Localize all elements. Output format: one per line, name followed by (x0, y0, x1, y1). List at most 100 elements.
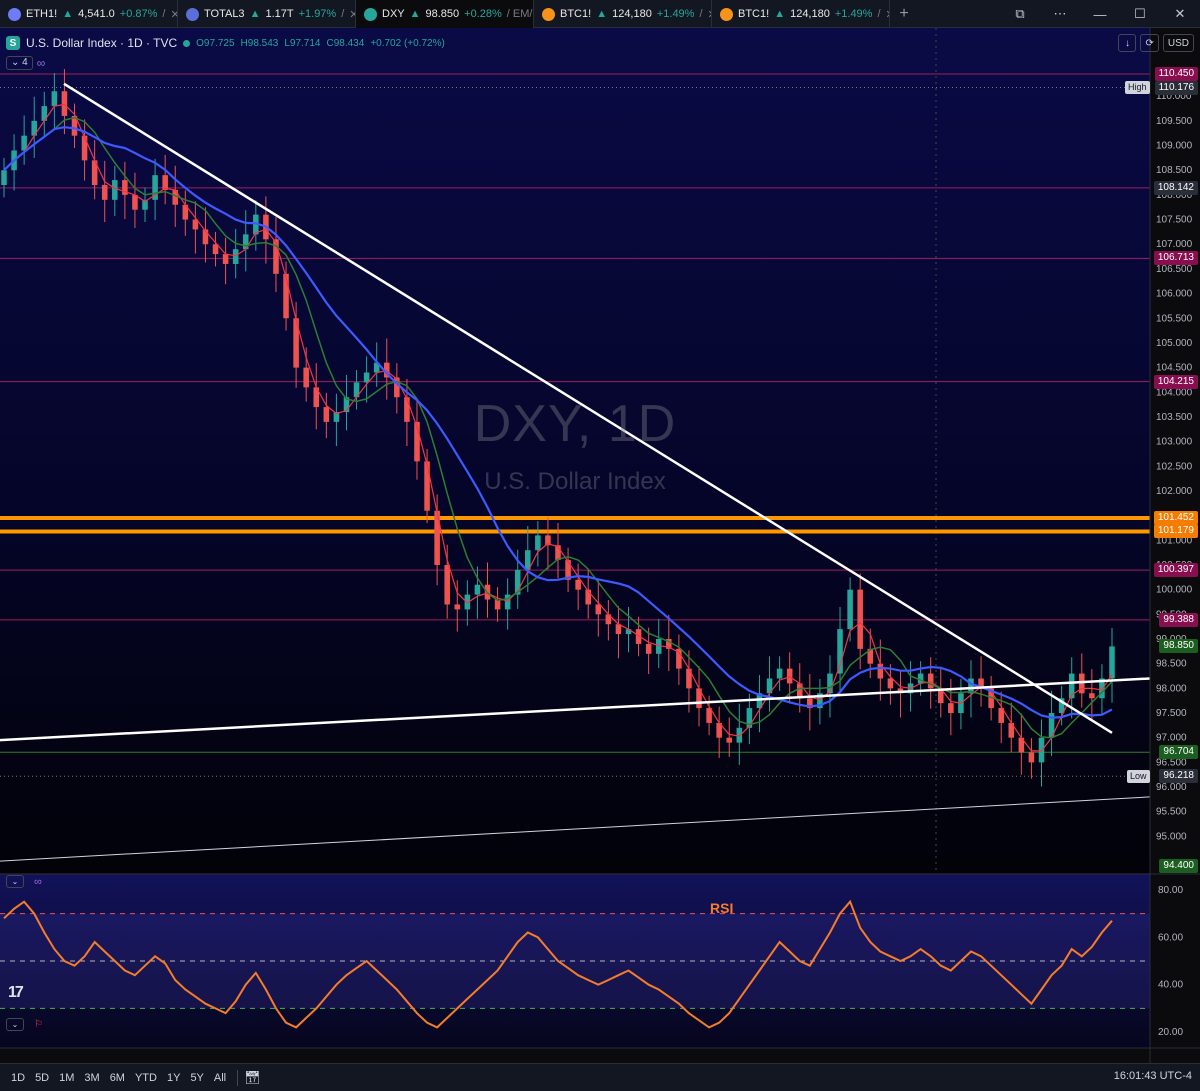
range-3m[interactable]: 3M (79, 1068, 104, 1088)
tab-close-icon[interactable]: ✕ (349, 8, 355, 21)
candle-body (454, 604, 461, 610)
price-tick-label: 95.500 (1156, 807, 1187, 818)
range-ytd[interactable]: YTD (130, 1068, 162, 1088)
price-label: 101.452 (1153, 511, 1198, 525)
chart-area[interactable]: 110.000 109.500 109.000 108.500 108.000 107.5… (0, 28, 1200, 1083)
candle-body (776, 668, 783, 679)
download-icon[interactable]: ↓ (1118, 34, 1137, 52)
candle-body (474, 584, 481, 595)
range-all[interactable]: All (209, 1068, 231, 1088)
tab-price: 124,180 (790, 8, 830, 20)
market-status-icon (183, 39, 191, 47)
rsi-tick-label: 40.00 (1158, 980, 1183, 991)
clock[interactable]: 16:01:43 UTC-4 (1114, 1070, 1192, 1082)
candle-body (726, 737, 733, 743)
indicator-count[interactable]: ⌄ 4 (6, 56, 33, 70)
dollar-icon (364, 7, 377, 21)
collapse-pane-button[interactable]: ⌄ (6, 875, 24, 888)
tab-btc1[interactable]: BTC1!▲124,180+1.49%/✕ (534, 0, 712, 28)
fullscreen-icon[interactable]: ⟳ (1140, 34, 1159, 52)
price-chart[interactable]: 110.000109.500109.000108.500108.000107.5… (0, 28, 1200, 1063)
low-tag: Low (1127, 769, 1150, 783)
price-label: 100.397 (1153, 563, 1198, 578)
tab-arrow: ▲ (62, 8, 74, 20)
tradingview-logo[interactable]: 17 (8, 984, 24, 1002)
candle-body (112, 180, 118, 200)
candle-body (444, 564, 450, 605)
price-label: 110.450 (1154, 67, 1198, 81)
maximize-icon[interactable]: ☐ (1120, 0, 1160, 28)
price-tick-label: 107.000 (1156, 239, 1193, 250)
currency-selector[interactable]: USD (1162, 34, 1194, 52)
price-label: 99.388 (1159, 612, 1198, 627)
tab-arrow: ▲ (249, 8, 261, 20)
tab-btc1[interactable]: BTC1!▲124,180+1.49%/✕ (712, 0, 890, 28)
indicator-count-value: 4 (22, 57, 28, 68)
price-tick-label: 109.000 (1156, 141, 1193, 152)
candle-body (363, 372, 370, 383)
tab-dxy[interactable]: DXY▲98.850+0.28%/ EM/✕ (356, 0, 534, 28)
tab-eth1[interactable]: ETH1! ▲ 4,541.0 +0.87% / ✕ (0, 0, 178, 28)
tab-tail: / (699, 8, 703, 20)
menu-icon[interactable]: ⋯ (1040, 0, 1080, 28)
legend-close: C98.434 (326, 37, 365, 49)
tab-tail: / (162, 8, 166, 20)
add-tab-button[interactable]: + (890, 0, 918, 27)
legend-open: O97.725 (196, 37, 235, 49)
price-label: 96.704 (1159, 745, 1198, 760)
close-icon[interactable]: ✕ (1160, 0, 1200, 28)
minimize-icon[interactable]: — (1080, 0, 1120, 28)
indicator-link-icon[interactable]: ∞ (37, 56, 46, 70)
tab-total3[interactable]: TOTAL3 ▲ 1.17T +1.97% / ✕ (178, 0, 356, 28)
layout-icon[interactable]: ⧉ (1000, 0, 1040, 28)
price-tick-label: 102.000 (1156, 486, 1193, 497)
tab-change: +1.49% (834, 8, 873, 20)
range-1m[interactable]: 1M (54, 1068, 79, 1088)
price-tick-label: 98.500 (1156, 659, 1187, 670)
price-label: 101.179 (1153, 524, 1198, 539)
bitcoin-icon (720, 7, 733, 21)
price-tick-label: 103.000 (1156, 437, 1193, 448)
tab-change: +1.49% (656, 8, 695, 20)
price-tick-label: 108.500 (1156, 165, 1193, 176)
candle-body (575, 579, 581, 590)
price-tick-label: 105.500 (1156, 313, 1193, 324)
candle-body (101, 185, 108, 200)
candle-body (786, 668, 793, 684)
candle-body (132, 194, 138, 210)
bottom-toolbar: 1D 5D 1M 3M 6M YTD 1Y 5Y All 📅︎ 16:01:43 UTC-4 (0, 1063, 1200, 1091)
tab-bar: ETH1! ▲ 4,541.0 +0.87% / ✕ TOTAL3 ▲ 1.17T +1.97% /… (0, 0, 1200, 28)
tab-tail: / (341, 8, 345, 20)
tab-change: +0.28% (464, 8, 502, 20)
calendar-icon[interactable]: 📅︎ (244, 1070, 261, 1086)
price-tick-label: 104.500 (1156, 363, 1193, 374)
legend-high: H98.543 (240, 37, 279, 49)
total-icon (186, 7, 199, 21)
candle-body (645, 643, 652, 654)
legend-title[interactable]: U.S. Dollar Index · 1D · TVC (26, 36, 177, 50)
range-1d[interactable]: 1D (6, 1068, 30, 1088)
watermark-name: U.S. Dollar Index (484, 468, 666, 495)
price-label: 98.850 (1159, 639, 1198, 654)
candle-body (857, 589, 863, 649)
rsi-tick-label: 60.00 (1158, 932, 1183, 943)
tab-close-icon[interactable]: ✕ (170, 8, 177, 21)
candle-body (61, 91, 68, 116)
candle-body (535, 535, 541, 551)
bitcoin-icon (542, 7, 555, 21)
price-label: 110.176 (1154, 80, 1198, 95)
range-1y[interactable]: 1Y (162, 1068, 185, 1088)
candle-body (303, 367, 309, 388)
range-5y[interactable]: 5Y (185, 1068, 208, 1088)
alert-icon[interactable]: ⚐ (34, 1019, 43, 1030)
range-5d[interactable]: 5D (30, 1068, 54, 1088)
tab-symbol: DXY (382, 8, 405, 20)
candle-body (222, 254, 229, 264)
price-tick-label: 102.500 (1156, 461, 1193, 472)
rsi-annotation: RSI (710, 900, 734, 916)
rsi-link-icon[interactable]: ∞ (34, 876, 42, 888)
collapse-bottom-pane-button[interactable]: ⌄ (6, 1018, 24, 1031)
indicators-toggle[interactable]: ⌄ 4 ∞ (6, 56, 45, 70)
range-6m[interactable]: 6M (105, 1068, 130, 1088)
price-tick-label: 106.000 (1156, 289, 1193, 300)
